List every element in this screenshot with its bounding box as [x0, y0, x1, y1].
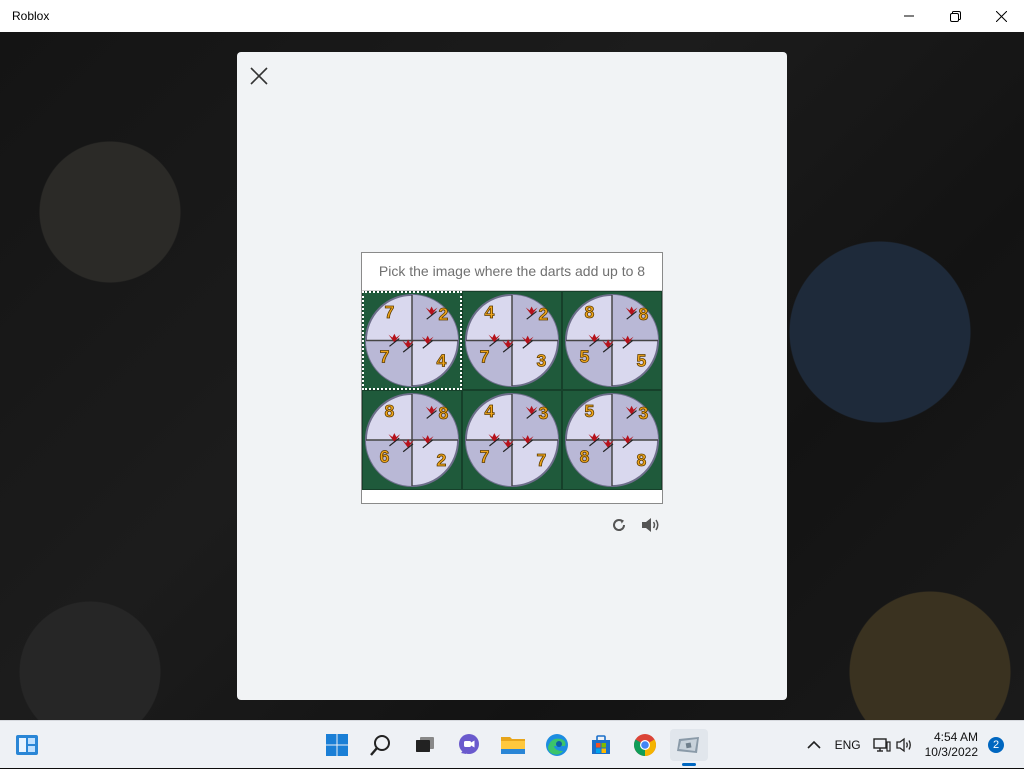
file-explorer-button[interactable] — [494, 729, 532, 761]
dart-score-label: 7 — [480, 446, 490, 466]
show-hidden-icons-button[interactable] — [803, 740, 825, 750]
dart-score-label: 7 — [380, 347, 390, 367]
reload-button[interactable] — [609, 515, 629, 535]
audio-challenge-button[interactable] — [641, 515, 661, 535]
system-tray: ENG 4:54 AM 10/3/2022 2 — [803, 721, 1024, 769]
dart-score-label: 4 — [436, 351, 446, 371]
dart-score-label: 2 — [538, 304, 548, 324]
task-view-icon — [416, 737, 434, 752]
captcha-prompt: Pick the image where the darts add up to… — [362, 253, 662, 291]
clock-date: 10/3/2022 — [924, 745, 978, 759]
restore-button[interactable] — [932, 0, 978, 32]
edge-button[interactable] — [538, 729, 576, 761]
captcha-modal: Pick the image where the darts add up to… — [237, 52, 787, 700]
volume-control[interactable] — [893, 737, 917, 753]
dart-score-label: 7 — [385, 302, 395, 322]
language-indicator[interactable]: ENG — [835, 738, 861, 752]
captcha-tile[interactable]: 8 8 6 2 — [362, 390, 462, 490]
taskbar-apps — [318, 729, 708, 766]
dart-score-label: 7 — [480, 347, 490, 367]
dart-score-label: 2 — [436, 450, 446, 470]
network-icon — [872, 738, 891, 752]
edge-icon — [546, 734, 568, 756]
dart-score-label: 3 — [538, 403, 548, 423]
window-title-bar: Roblox — [0, 0, 1024, 32]
captcha-tile[interactable]: 5 3 8 8 — [562, 390, 662, 490]
roblox-icon — [677, 737, 699, 753]
dart-score-label: 4 — [485, 401, 495, 421]
chrome-button[interactable] — [626, 729, 664, 761]
close-icon — [995, 10, 1007, 22]
dartboard-image: 7 2 7 4 — [363, 292, 461, 389]
dartboard-image: 5 3 8 8 — [563, 391, 661, 489]
start-button[interactable] — [318, 729, 356, 761]
chevron-up-icon — [807, 740, 821, 749]
taskbar: ENG 4:54 AM 10/3/2022 2 — [0, 720, 1024, 768]
window-controls — [886, 0, 1024, 32]
speaker-icon — [642, 518, 659, 532]
dart-score-label: 5 — [580, 347, 590, 367]
close-icon — [250, 67, 268, 85]
captcha-tile[interactable]: 8 8 5 5 — [562, 291, 662, 390]
search-button[interactable] — [362, 729, 400, 761]
store-icon — [592, 735, 610, 754]
widgets-icon — [16, 735, 38, 755]
notification-badge[interactable]: 2 — [988, 737, 1004, 753]
dart-score-label: 8 — [438, 403, 448, 423]
dartboard-image: 8 8 5 5 — [563, 292, 661, 389]
dart-score-label: 4 — [485, 302, 495, 322]
chat-icon — [459, 734, 479, 754]
task-view-button[interactable] — [406, 729, 444, 761]
taskbar-clock[interactable]: 4:54 AM 10/3/2022 — [925, 730, 978, 760]
start-icon — [326, 734, 348, 756]
roblox-button[interactable] — [670, 729, 708, 766]
dart-score-label: 3 — [638, 403, 648, 423]
dartboard-image: 4 2 7 3 — [463, 292, 561, 389]
dart-score-label: 8 — [638, 304, 648, 324]
clock-time: 4:54 AM — [933, 730, 978, 744]
captcha-image-grid: 7 2 7 4 4 2 7 3 8 8 5 5 8 8 6 2 4 3 7 7 5 3 8 8 — [362, 291, 662, 490]
restore-icon — [949, 10, 961, 22]
captcha-tile[interactable]: 4 2 7 3 — [462, 291, 562, 390]
minimize-button[interactable] — [886, 0, 932, 32]
window-title: Roblox — [12, 9, 50, 23]
dart-score-label: 8 — [636, 450, 646, 470]
minimize-icon — [904, 15, 914, 17]
chrome-icon — [634, 734, 656, 756]
widgets-button[interactable] — [14, 732, 40, 758]
captcha-tools — [609, 515, 661, 535]
chat-button[interactable] — [450, 729, 488, 761]
captcha-tile[interactable]: 7 2 7 4 — [362, 291, 462, 390]
dart-score-label: 5 — [636, 351, 646, 371]
dart-score-label: 6 — [380, 446, 390, 466]
dart-score-label: 3 — [536, 351, 546, 371]
dart-score-label: 8 — [385, 401, 395, 421]
dart-score-label: 8 — [580, 446, 590, 466]
volume-icon — [895, 737, 911, 753]
captcha-challenge: Pick the image where the darts add up to… — [361, 252, 663, 504]
refresh-icon — [613, 519, 626, 531]
dartboard-image: 8 8 6 2 — [363, 391, 461, 489]
search-icon — [370, 735, 390, 756]
dart-score-label: 7 — [536, 450, 546, 470]
dart-score-label: 2 — [438, 304, 448, 324]
network-status[interactable] — [871, 737, 893, 753]
dart-score-label: 8 — [585, 302, 595, 322]
close-modal-button[interactable] — [249, 66, 269, 86]
captcha-tile[interactable]: 4 3 7 7 — [462, 390, 562, 490]
close-window-button[interactable] — [978, 0, 1024, 32]
dartboard-image: 4 3 7 7 — [463, 391, 561, 489]
store-button[interactable] — [582, 729, 620, 761]
dart-score-label: 5 — [585, 401, 595, 421]
file-explorer-icon — [501, 737, 525, 754]
